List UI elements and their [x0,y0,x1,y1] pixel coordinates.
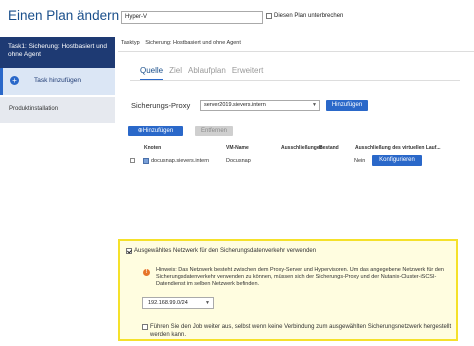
remove-node-button[interactable]: Entfernen [195,126,233,136]
vm-name: Docusnap [226,158,251,164]
plus-circle-icon: + [10,76,19,85]
network-value: 192.168.99.0/24 [148,300,188,306]
add-node-label: Hinzufügen [142,128,174,134]
warning-icon: ! [143,269,150,276]
sidebar-item-product-installation[interactable]: Produktinstallation [0,97,115,123]
table-row: docusnap.sievers.intern Docusnap Nein Ko… [128,155,448,167]
row-checkbox[interactable] [130,158,135,163]
pause-plan-option[interactable]: Diesen Plan unterbrechen [266,13,343,19]
column-header-vm-name[interactable]: VM-Name [226,145,249,151]
chevron-down-icon: ▼ [205,300,210,306]
use-network-checkbox[interactable] [126,248,132,254]
continue-job-checkbox[interactable] [142,324,148,330]
continue-job-label: Führen Sie den Job weiter aus, selbst we… [150,324,452,338]
disk-exclusion-value: Nein [354,158,366,164]
node-name: docusnap.sievers.intern [151,158,210,164]
sidebar-task-item[interactable]: Task1: Sicherung: Hostbasiert und ohne A… [0,37,115,68]
use-network-option[interactable]: Ausgewähltes Netzwerk für den Sicherungs… [126,248,316,254]
add-task-button[interactable]: + Task hinzufügen [0,68,115,95]
tab-bar: Quelle Ziel Ablaufplan Erweitert [140,66,269,81]
configure-button[interactable]: Konfigurieren [372,155,422,166]
tab-destination[interactable]: Ziel [169,66,182,81]
plan-name-input[interactable]: Hyper-V [121,11,263,24]
use-network-label: Ausgewähltes Netzwerk für den Sicherungs… [134,248,317,254]
header-divider [118,51,474,52]
server-icon [143,158,149,164]
backup-proxy-label: Sicherungs-Proxy [131,101,191,110]
chevron-down-icon: ▼ [312,102,317,108]
add-proxy-button[interactable]: Hinzufügen [326,100,368,111]
task-type: Tasktyp Sicherung: Hostbasiert und ohne … [121,40,245,46]
pause-plan-label: Diesen Plan unterbrechen [274,13,344,19]
backup-proxy-select[interactable]: server2019.sievers.intern ▼ [200,100,320,111]
column-header-disk-exclusion[interactable]: Ausschließung des virtuellen Lauf... [355,145,441,151]
sidebar: Task1: Sicherung: Hostbasiert und ohne A… [0,37,115,346]
column-header-inventory[interactable]: Bestand [319,145,339,151]
page-title: Einen Plan ändern [8,8,120,23]
column-header-exclusions[interactable]: Ausschließungen [281,145,323,151]
network-settings-panel: Ausgewähltes Netzwerk für den Sicherungs… [118,239,458,341]
network-select[interactable]: 192.168.99.0/24 ▼ [142,297,214,309]
network-hint: Hinweis: Das Netzwerk besteht zwischen d… [156,267,444,287]
task-type-value: Sicherung: Hostbasiert und ohne Agent [145,40,241,46]
add-task-label: Task hinzufügen [34,77,81,84]
tab-divider [130,80,460,81]
pause-plan-checkbox[interactable] [266,13,272,19]
tab-source[interactable]: Quelle [140,66,164,81]
task-type-label: Tasktyp [121,40,140,46]
tab-advanced[interactable]: Erweitert [232,66,264,81]
add-node-button[interactable]: ⊕Hinzufügen [128,126,183,136]
table-header: Knoten VM-Name Ausschließungen Bestand A… [128,145,448,154]
column-header-node[interactable]: Knoten [144,145,161,151]
tab-schedule[interactable]: Ablaufplan [188,66,226,81]
continue-job-option[interactable]: Führen Sie den Job weiter aus, selbst we… [142,323,452,339]
backup-proxy-value: server2019.sievers.intern [204,102,266,108]
